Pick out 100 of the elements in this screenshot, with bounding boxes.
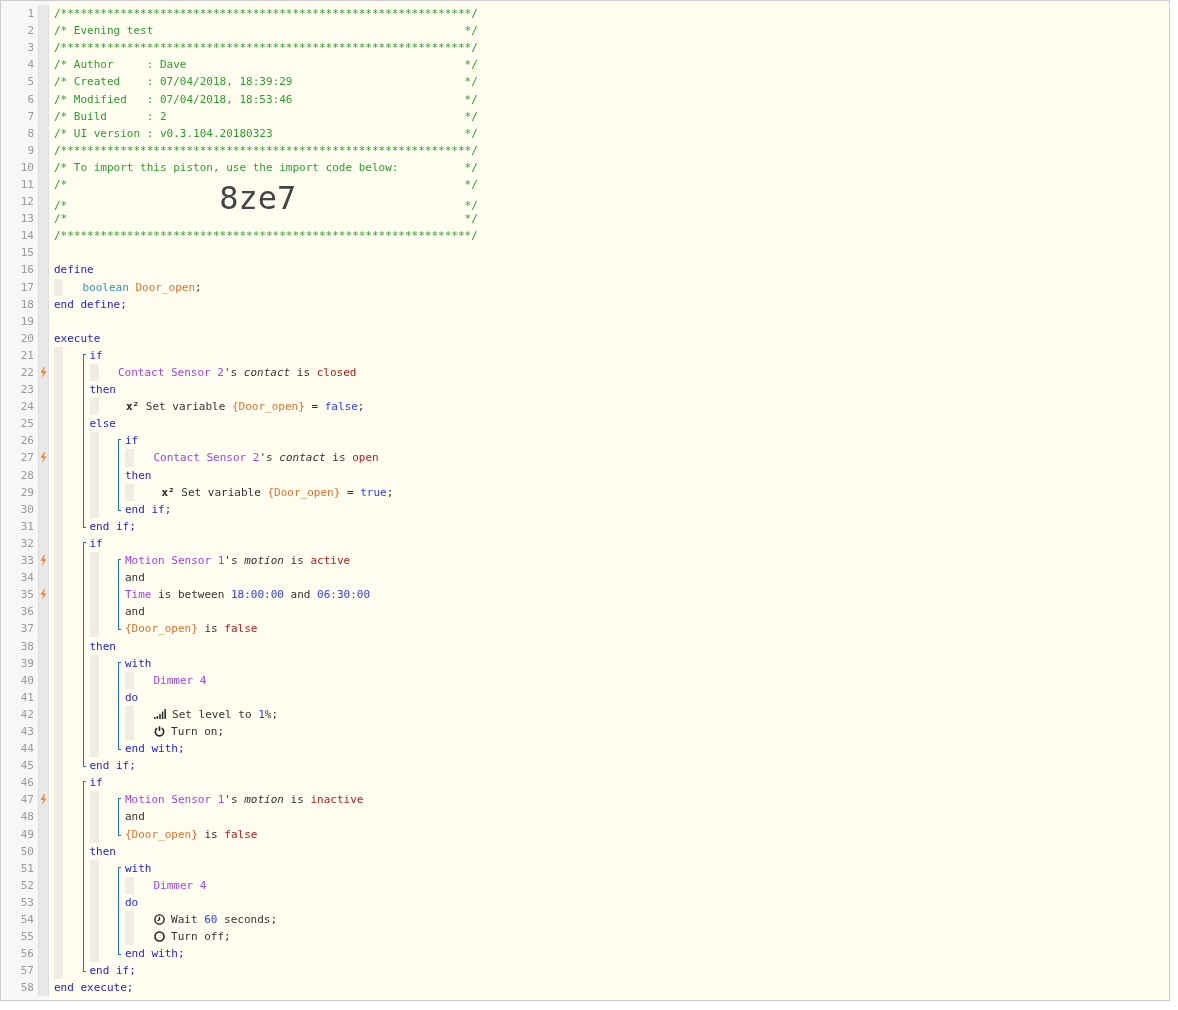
- code-line: then: [125, 467, 152, 484]
- code-line: then: [89, 638, 116, 655]
- line-number: 37: [20, 621, 34, 638]
- code-line: if: [125, 433, 139, 450]
- code-line: Dimmer 4: [153, 877, 207, 894]
- code-line: Motion Sensor 1's motion is active: [125, 553, 351, 570]
- code-line: /* Modified : 07/04/2018, 18:53:46 */: [54, 91, 478, 108]
- signal-bars-icon: [153, 709, 166, 720]
- code-line: with: [125, 655, 152, 672]
- line-number: 18: [20, 296, 34, 313]
- line-number: 39: [20, 655, 34, 672]
- line-number: 17: [20, 279, 34, 296]
- line-number: 21: [20, 347, 34, 364]
- line-number: 30: [20, 501, 34, 518]
- code-line: x² Set variable {Door_open} = true;: [161, 484, 394, 501]
- code-line: Contact Sensor 2's contact is open: [153, 450, 379, 467]
- line-number: 52: [20, 877, 34, 894]
- line-number: 28: [20, 467, 34, 484]
- code-line: Turn off;: [170, 929, 231, 946]
- line-number: 19: [20, 313, 34, 330]
- line-number: 31: [20, 518, 34, 535]
- line-number: 57: [20, 963, 34, 980]
- code-line: {Door_open} is false: [125, 621, 258, 638]
- code-line: end if;: [125, 501, 172, 518]
- code-line: and: [125, 570, 145, 587]
- code-line: if: [89, 535, 103, 552]
- code-line: /**************************************************************/: [54, 228, 478, 245]
- code-line: do: [125, 894, 139, 911]
- line-number: 24: [20, 399, 34, 416]
- line-number: 15: [20, 245, 34, 262]
- line-number: 7: [27, 108, 34, 125]
- code-line: Wait 60 seconds;: [170, 912, 278, 928]
- code-line: end if;: [89, 518, 136, 535]
- code-line: Motion Sensor 1's motion is inactive: [125, 792, 364, 809]
- code-line: end if;: [89, 963, 136, 980]
- code-line: define: [54, 262, 94, 279]
- code-line: /* */: [54, 211, 478, 228]
- line-number: 9: [27, 142, 34, 159]
- line-number: 2: [27, 23, 34, 40]
- code-line: boolean Door_open;: [82, 279, 202, 296]
- code-line: Set level to 1%;: [171, 706, 279, 723]
- code-line: execute: [54, 330, 101, 347]
- line-number: 34: [20, 570, 34, 587]
- code-line: /* Author : Dave */: [54, 57, 478, 74]
- code-line: do: [125, 689, 139, 706]
- code-line: /* To import this piston, use the import code below: */: [54, 159, 478, 176]
- code-line: /* UI version : v0.3.104.20180323 */: [54, 125, 478, 142]
- line-number: 27: [20, 450, 34, 467]
- line-number: 36: [20, 604, 34, 621]
- code-line: end with;: [125, 946, 185, 963]
- circle-icon: [153, 931, 165, 943]
- line-number: 58: [20, 980, 34, 997]
- code-line: Contact Sensor 2's contact is closed: [118, 365, 357, 381]
- code-line: {Door_open} is false: [125, 826, 258, 843]
- line-number: 32: [20, 535, 34, 552]
- code-line: with: [125, 860, 152, 877]
- code-line: end if;: [89, 758, 136, 775]
- line-number: 16: [20, 262, 34, 279]
- line-number: 23: [20, 382, 34, 399]
- code-line: /**************************************************************/: [54, 40, 478, 57]
- line-number: 42: [20, 706, 34, 723]
- code-line: /* Created : 07/04/2018, 18:39:29 */: [54, 74, 478, 91]
- line-number: 54: [20, 912, 34, 928]
- line-number: 38: [20, 638, 34, 655]
- line-number: 33: [20, 553, 34, 570]
- line-number: 13: [20, 211, 34, 228]
- code-line: then: [89, 382, 116, 399]
- clock-icon: [153, 914, 165, 925]
- line-number: 50: [20, 843, 34, 860]
- code-line: if: [89, 347, 103, 364]
- line-number: 20: [20, 330, 34, 347]
- line-number: 25: [20, 416, 34, 433]
- line-number: 44: [20, 741, 34, 758]
- code-line: Time is between 18:00:00 and 06:30:00: [125, 587, 371, 604]
- line-number: 49: [20, 826, 34, 843]
- code-line: Turn on;: [170, 724, 225, 740]
- line-number: 53: [20, 894, 34, 911]
- line-number: 6: [27, 91, 34, 108]
- code-line: and: [125, 604, 145, 621]
- code-line: end with;: [125, 741, 185, 758]
- line-number: 40: [20, 672, 34, 689]
- line-number: 8: [27, 125, 34, 142]
- line-number: 26: [20, 433, 34, 450]
- line-number: 55: [20, 929, 34, 946]
- code-line: end execute;: [54, 980, 134, 997]
- line-number: 11: [20, 177, 34, 193]
- code-line: and: [125, 809, 145, 826]
- line-number: 5: [27, 74, 34, 91]
- line-number: 22: [20, 365, 34, 381]
- line-number: 1: [27, 6, 34, 23]
- line-number: 48: [20, 809, 34, 826]
- line-number: 45: [20, 758, 34, 775]
- line-number: 51: [20, 860, 34, 877]
- code-line: then: [89, 843, 116, 860]
- line-number: 4: [27, 57, 34, 74]
- line-number: 35: [20, 587, 34, 604]
- line-number: 14: [20, 228, 34, 245]
- line-number: 10: [20, 159, 34, 176]
- line-number: 47: [20, 792, 34, 809]
- line-number: 3: [27, 40, 34, 57]
